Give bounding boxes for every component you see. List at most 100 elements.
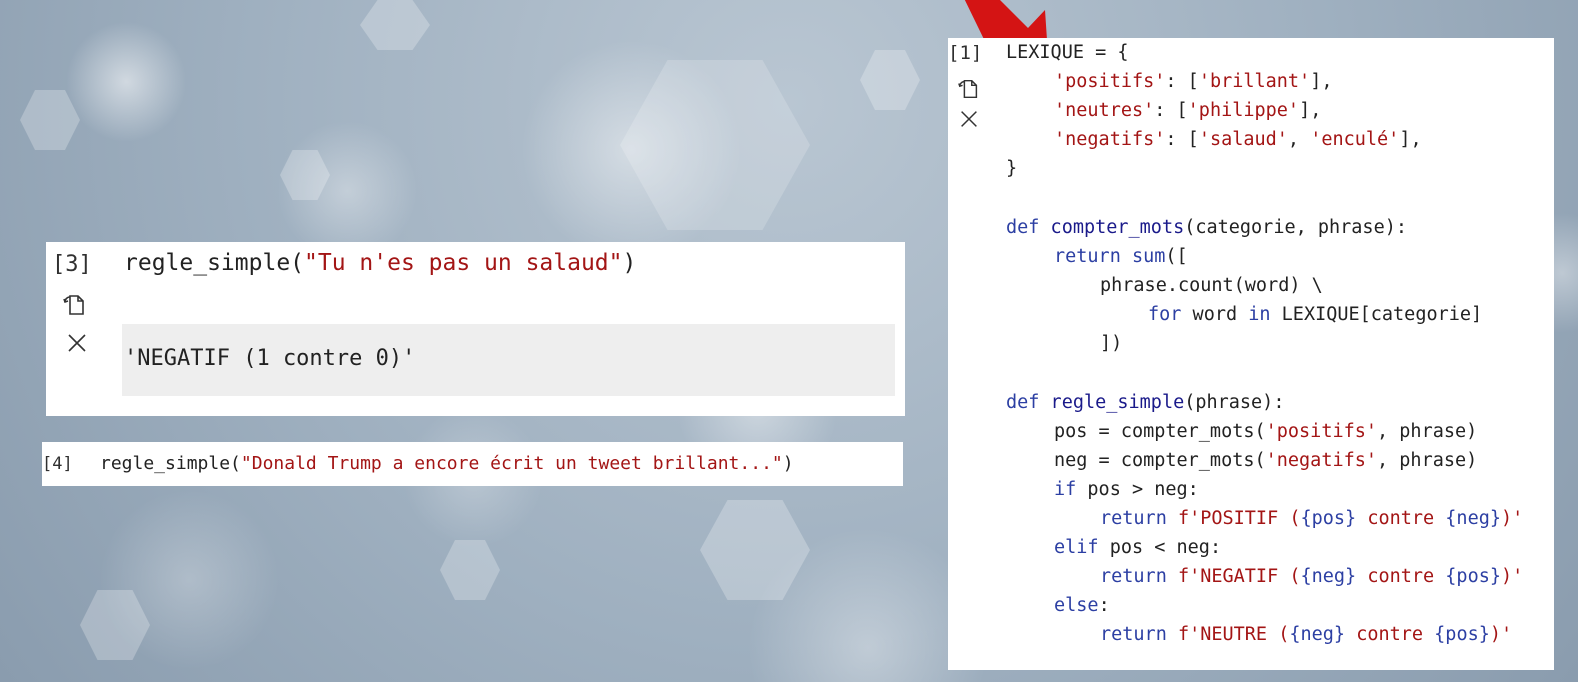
code-line: pos = compter_mots('positifs', phrase) [1054, 421, 1477, 442]
bokeh-hexagon [860, 50, 920, 110]
code-string: 'brillant' [1198, 71, 1311, 92]
code-line[interactable]: regle_simple("Tu n'es pas un salaud") [124, 250, 636, 276]
code-keyword: return [1054, 246, 1121, 267]
code-text: : [ [1165, 129, 1199, 150]
bokeh-hexagon [280, 150, 330, 200]
code-text: ], [1310, 71, 1333, 92]
code-line[interactable]: regle_simple("Donald Trump a encore écri… [100, 453, 794, 474]
code-string: 'positifs' [1054, 71, 1166, 92]
code-string: 'negatifs' [1054, 129, 1166, 150]
code-line: def compter_mots(categorie, phrase): [1006, 217, 1407, 238]
code-text: LEXIQUE[categorie] [1270, 304, 1483, 325]
code-line: for word in LEXIQUE[categorie] [1148, 304, 1482, 325]
code-text: (categorie, phrase): [1184, 217, 1407, 238]
code-string: contre [1356, 566, 1446, 587]
code-keyword: def [1006, 392, 1040, 413]
code-keyword: elif [1054, 537, 1099, 558]
code-text: , [1287, 129, 1311, 150]
code-keyword: if [1054, 479, 1077, 500]
code-text: pos > neg: [1076, 479, 1199, 500]
code-text: neg = compter_mots( [1054, 450, 1266, 471]
copy-icon[interactable] [62, 292, 88, 318]
code-string: 'philippe' [1187, 100, 1300, 121]
code-line: def regle_simple(phrase): [1006, 392, 1284, 413]
code-string: )' [1489, 624, 1513, 645]
code-keyword: return [1100, 508, 1167, 529]
code-string: f'POSITIF ( [1166, 508, 1301, 529]
code-line: phrase.count(word) \ [1100, 275, 1323, 296]
cell-prompt: [3] [52, 252, 92, 277]
code-interpolation: {neg} [1289, 624, 1346, 645]
code-line: if pos > neg: [1054, 479, 1199, 500]
code-function-call: regle_simple( [124, 250, 305, 276]
code-line: return f'POSITIF ({pos} contre {neg})' [1100, 508, 1523, 529]
code-paren: ) [622, 250, 637, 276]
code-text: word [1181, 304, 1249, 325]
code-interpolation: {neg} [1445, 508, 1501, 529]
code-text: : [ [1154, 100, 1188, 121]
close-icon[interactable] [956, 106, 982, 132]
code-line: 'negatifs': ['salaud', 'enculé'], [1054, 129, 1422, 150]
code-line: 'positifs': ['brillant'], [1054, 71, 1332, 92]
code-text: , phrase) [1377, 421, 1478, 442]
code-line: else: [1054, 595, 1110, 616]
code-line: } [1006, 158, 1018, 179]
code-text: (phrase): [1184, 392, 1285, 413]
code-line: LEXIQUE = { [1006, 42, 1129, 63]
code-keyword: in [1248, 304, 1271, 325]
code-interpolation: {neg} [1300, 566, 1357, 587]
code-string: "Donald Trump a encore écrit un tweet br… [240, 453, 783, 474]
code-string: )' [1501, 566, 1524, 587]
cell-prompt: [4] [42, 454, 73, 474]
code-text: ], [1299, 100, 1322, 121]
copy-icon[interactable] [956, 76, 982, 102]
code-string: 'neutres' [1054, 100, 1155, 121]
code-string: f'NEUTRE ( [1166, 624, 1290, 645]
code-string: contre [1356, 508, 1446, 529]
code-line: return sum([ [1054, 246, 1188, 267]
code-text: ], [1399, 129, 1422, 150]
notebook-cell-4[interactable]: [4] regle_simple("Donald Trump a encore … [42, 442, 903, 486]
bokeh-hexagon [620, 60, 810, 230]
cell-prompt: [1] [948, 42, 983, 64]
code-string: 'negatifs' [1265, 450, 1378, 471]
code-interpolation: {pos} [1445, 566, 1501, 587]
close-icon[interactable] [64, 330, 90, 356]
code-string: f'NEGATIF ( [1166, 566, 1301, 587]
code-keyword: return [1100, 624, 1167, 645]
code-paren: ) [782, 453, 794, 474]
code-builtin: sum [1120, 246, 1166, 267]
code-text: : [1098, 595, 1110, 616]
code-string: 'enculé' [1310, 129, 1400, 150]
output-text: 'NEGATIF (1 contre 0)' [124, 346, 416, 371]
code-text: pos = compter_mots( [1054, 421, 1266, 442]
code-text: pos < neg: [1098, 537, 1222, 558]
code-keyword: return [1100, 566, 1167, 587]
code-text: , phrase) [1377, 450, 1478, 471]
code-string: "Tu n'es pas un salaud" [304, 250, 623, 276]
code-function-call: regle_simple( [100, 453, 241, 474]
code-text: ([ [1165, 246, 1188, 267]
code-string: contre [1345, 624, 1435, 645]
bokeh-hexagon [700, 500, 810, 600]
bokeh-hexagon [360, 0, 430, 50]
code-line: ]) [1100, 333, 1123, 354]
cell-output: 'NEGATIF (1 contre 0)' [122, 324, 895, 396]
notebook-cell-1[interactable]: [1] LEXIQUE = { 'positifs': ['brillant']… [948, 38, 1554, 670]
code-text: : [ [1165, 71, 1199, 92]
code-line: elif pos < neg: [1054, 537, 1221, 558]
notebook-cell-3[interactable]: [3] regle_simple("Tu n'es pas un salaud"… [46, 242, 905, 416]
bokeh-hexagon [80, 590, 150, 660]
code-keyword: for [1148, 304, 1182, 325]
code-line: return f'NEUTRE ({neg} contre {pos})' [1100, 624, 1512, 645]
code-line: neg = compter_mots('negatifs', phrase) [1054, 450, 1477, 471]
code-line: return f'NEGATIF ({neg} contre {pos})' [1100, 566, 1523, 587]
code-line: 'neutres': ['philippe'], [1054, 100, 1321, 121]
code-interpolation: {pos} [1300, 508, 1357, 529]
code-string: 'salaud' [1198, 129, 1288, 150]
code-function-name: compter_mots [1039, 217, 1185, 238]
code-function-name: regle_simple [1039, 392, 1185, 413]
bokeh-hexagon [440, 540, 500, 600]
code-interpolation: {pos} [1434, 624, 1490, 645]
code-keyword: def [1006, 217, 1040, 238]
